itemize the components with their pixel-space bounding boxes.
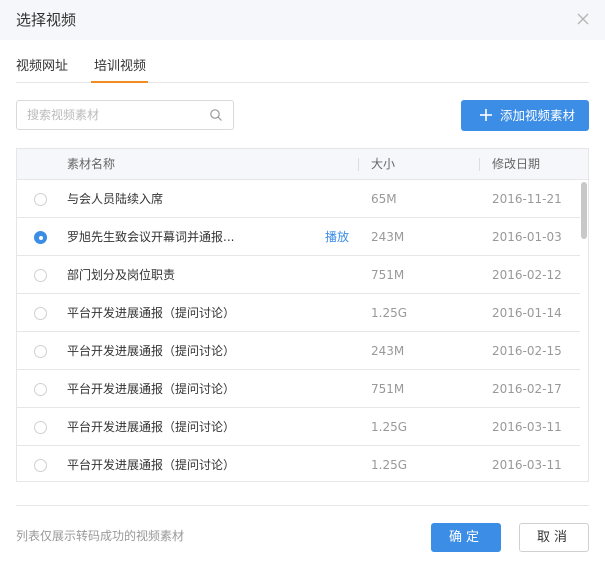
row-size: 243M (371, 344, 405, 358)
row-radio[interactable] (34, 345, 47, 358)
video-table: 素材名称 大小 修改日期 与会人员陆续入席 65M 2016-11-21 罗旭先… (16, 148, 589, 482)
active-tab-indicator (91, 81, 148, 83)
column-divider (358, 158, 359, 171)
add-video-label: 添加视频素材 (500, 108, 576, 123)
tab-bar: 视频网址 培训视频 (16, 40, 589, 83)
table-header: 素材名称 大小 修改日期 (17, 149, 588, 180)
row-size: 751M (371, 268, 405, 282)
plus-icon (480, 109, 492, 121)
add-video-button[interactable]: 添加视频素材 (461, 100, 589, 131)
footer-divider (16, 505, 589, 506)
search-icon[interactable] (209, 108, 223, 122)
row-radio[interactable] (34, 269, 47, 282)
row-radio[interactable] (34, 383, 47, 396)
table-body: 与会人员陆续入席 65M 2016-11-21 罗旭先生致会议开幕词并通报...… (17, 180, 588, 481)
row-radio[interactable] (34, 193, 47, 206)
column-header-date: 修改日期 (492, 157, 541, 171)
tab-training-video[interactable]: 培训视频 (94, 58, 146, 76)
row-date: 2016-11-21 (492, 192, 562, 206)
table-row[interactable]: 部门划分及岗位职责 751M 2016-02-12 (17, 256, 580, 294)
table-row[interactable]: 平台开发进展通报（提问讨论） 1.25G 2016-03-11 (17, 446, 580, 481)
row-name: 平台开发进展通报（提问讨论） (67, 420, 236, 434)
row-name: 平台开发进展通报（提问讨论） (67, 306, 236, 320)
footer-note: 列表仅展示转码成功的视频素材 (16, 529, 185, 543)
row-date: 2016-03-11 (492, 420, 562, 434)
play-link[interactable]: 播放 (325, 229, 349, 245)
row-name: 罗旭先生致会议开幕词并通报... (67, 230, 235, 244)
search-input[interactable] (17, 101, 202, 129)
column-divider (479, 158, 480, 171)
scrollbar-thumb[interactable] (581, 182, 587, 239)
row-size: 243M (371, 230, 405, 244)
row-radio[interactable] (34, 459, 47, 472)
close-icon[interactable] (575, 11, 591, 27)
row-date: 2016-01-14 (492, 306, 562, 320)
row-size: 1.25G (371, 306, 408, 320)
select-video-dialog: 选择视频 视频网址 培训视频 添加视频素材 素材名称 大小 修改日期 (0, 0, 605, 567)
table-row[interactable]: 罗旭先生致会议开幕词并通报... 播放 243M 2016-01-03 (17, 218, 580, 256)
row-size: 1.25G (371, 458, 408, 472)
row-name: 平台开发进展通报（提问讨论） (67, 382, 236, 396)
table-row[interactable]: 平台开发进展通报（提问讨论） 1.25G 2016-01-14 (17, 294, 580, 332)
table-row[interactable]: 与会人员陆续入席 65M 2016-11-21 (17, 180, 580, 218)
table-row[interactable]: 平台开发进展通报（提问讨论） 751M 2016-02-17 (17, 370, 580, 408)
row-radio[interactable] (34, 231, 47, 244)
row-size: 751M (371, 382, 405, 396)
table-scrollbar[interactable] (580, 180, 588, 481)
column-header-name: 素材名称 (67, 157, 116, 171)
row-size: 1.25G (371, 420, 408, 434)
row-date: 2016-02-12 (492, 268, 562, 282)
table-row[interactable]: 平台开发进展通报（提问讨论） 243M 2016-02-15 (17, 332, 580, 370)
search-box (16, 100, 234, 130)
row-name: 部门划分及岗位职责 (67, 268, 176, 282)
row-name: 平台开发进展通报（提问讨论） (67, 344, 236, 358)
row-date: 2016-03-11 (492, 458, 562, 472)
confirm-button[interactable]: 确定 (431, 523, 501, 552)
table-row[interactable]: 平台开发进展通报（提问讨论） 1.25G 2016-03-11 (17, 408, 580, 446)
row-radio[interactable] (34, 421, 47, 434)
row-name: 与会人员陆续入席 (67, 192, 164, 206)
column-header-size: 大小 (371, 157, 396, 171)
row-date: 2016-02-15 (492, 344, 562, 358)
row-date: 2016-01-03 (492, 230, 562, 244)
cancel-button[interactable]: 取消 (519, 523, 589, 552)
tab-video-url[interactable]: 视频网址 (16, 58, 68, 76)
row-name: 平台开发进展通报（提问讨论） (67, 458, 236, 472)
row-date: 2016-02-17 (492, 382, 562, 396)
dialog-header: 选择视频 (0, 0, 605, 40)
dialog-title: 选择视频 (16, 11, 77, 29)
row-size: 65M (371, 192, 397, 206)
row-radio[interactable] (34, 307, 47, 320)
